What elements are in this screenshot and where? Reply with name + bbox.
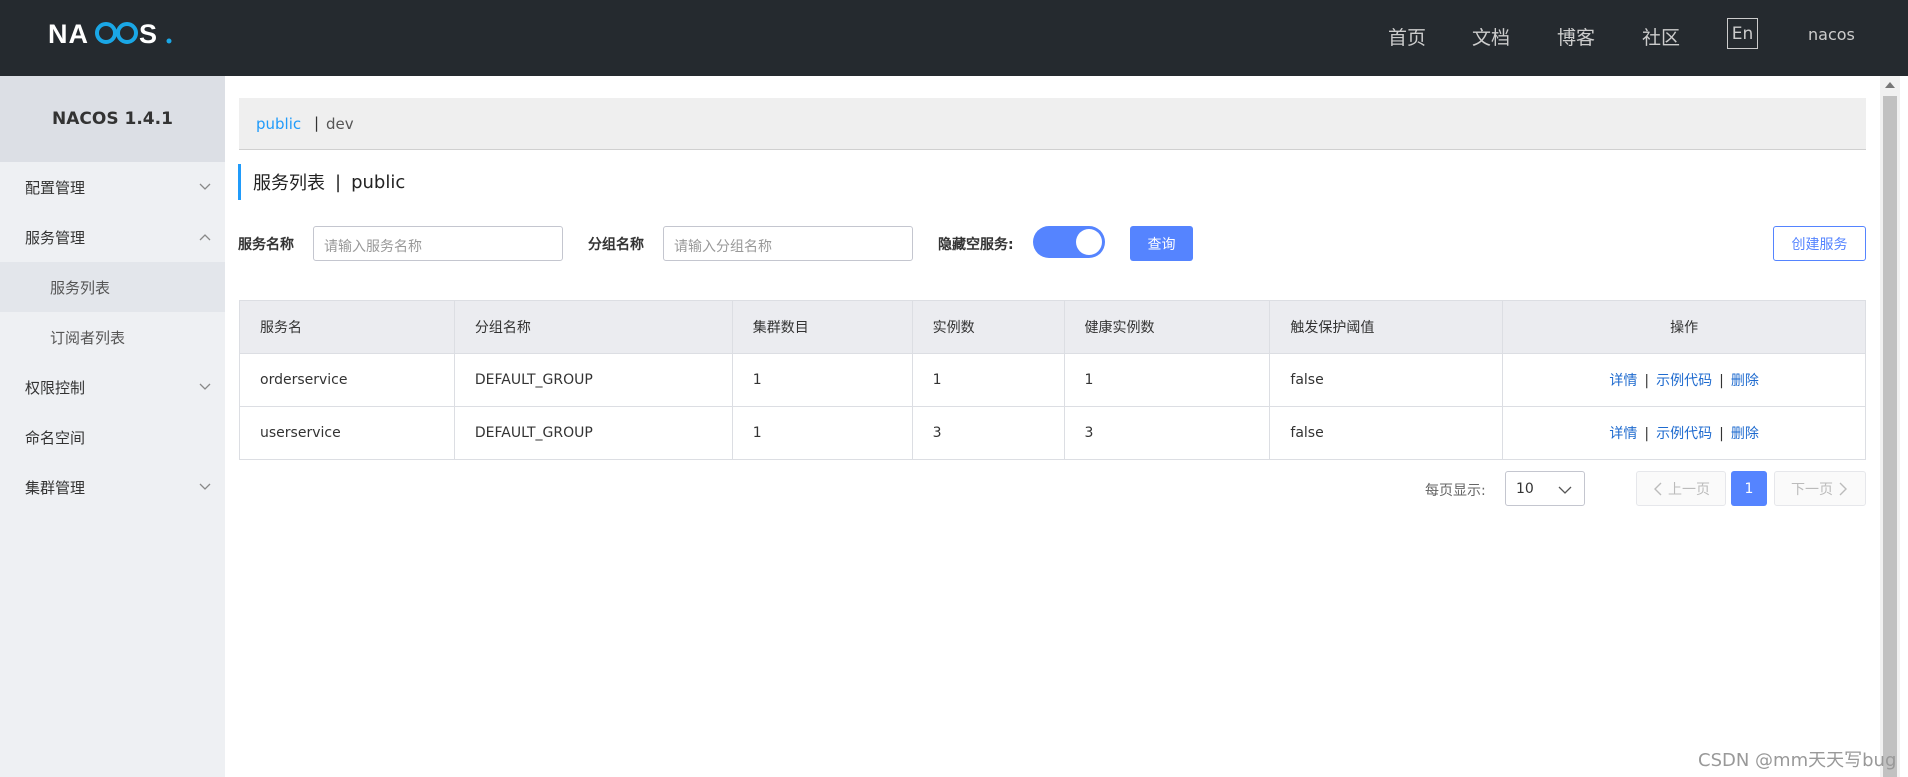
table-cell: 3 <box>1064 406 1271 460</box>
sidebar-item-label: 权限控制 <box>25 378 86 397</box>
nav-home[interactable]: 首页 <box>1388 23 1426 50</box>
language-toggle-button[interactable]: En <box>1727 18 1758 49</box>
table-cell: userservice <box>239 406 455 460</box>
action-separator: | <box>1644 373 1650 389</box>
column-header: 集群数目 <box>732 300 913 354</box>
page-title-namespace: public <box>351 171 406 193</box>
next-page-button[interactable]: 下一页 <box>1774 471 1866 506</box>
table-cell: 1 <box>732 406 913 460</box>
sidebar-item-config[interactable]: 配置管理 <box>0 162 225 212</box>
hide-empty-label: 隐藏空服务: <box>938 237 1014 253</box>
nav-docs[interactable]: 文档 <box>1472 23 1510 50</box>
column-header: 分组名称 <box>454 300 733 354</box>
namespace-public-link[interactable]: public <box>256 115 301 133</box>
column-header: 操作 <box>1502 300 1866 354</box>
table-row: userservice DEFAULT_GROUP 1 3 3 false 详情… <box>239 406 1866 460</box>
query-button[interactable]: 查询 <box>1130 226 1193 261</box>
column-header: 触发保护阈值 <box>1269 300 1504 354</box>
sidebar: NACOS 1.4.1 配置管理 服务管理 服务列表 订阅者列表 权限控制 命名… <box>0 76 225 777</box>
table-cell: false <box>1269 353 1504 407</box>
sidebar-item-namespace[interactable]: 命名空间 <box>0 412 225 462</box>
prev-page-button[interactable]: 上一页 <box>1636 471 1726 506</box>
sidebar-item-subscribers[interactable]: 订阅者列表 <box>0 312 225 362</box>
table-actions: 详情 | 示例代码 | 删除 <box>1502 406 1866 460</box>
table-cell: false <box>1269 406 1504 460</box>
action-separator: | <box>1644 426 1650 442</box>
chevron-down-icon <box>1558 486 1572 494</box>
top-header: NA S 首页 文档 博客 社区 En nacos <box>0 0 1908 76</box>
svg-text:NA: NA <box>48 19 89 49</box>
group-name-input[interactable]: 请输入分组名称 <box>663 226 913 261</box>
page-size-value: 10 <box>1516 481 1534 497</box>
sidebar-item-auth[interactable]: 权限控制 <box>0 362 225 412</box>
prev-page-label: 上一页 <box>1668 481 1710 498</box>
sample-code-link[interactable]: 示例代码 <box>1656 373 1712 389</box>
table-actions: 详情 | 示例代码 | 删除 <box>1502 353 1866 407</box>
nav-community[interactable]: 社区 <box>1642 23 1680 50</box>
delete-link[interactable]: 删除 <box>1731 373 1759 389</box>
delete-link[interactable]: 删除 <box>1731 426 1759 442</box>
sidebar-item-label: 服务列表 <box>50 278 111 297</box>
sidebar-item-service-list[interactable]: 服务列表 <box>0 262 225 312</box>
sidebar-item-service[interactable]: 服务管理 <box>0 212 225 262</box>
chevron-down-icon <box>199 483 211 490</box>
watermark: CSDN @mm天天写bug <box>1698 750 1897 771</box>
sidebar-item-label: 集群管理 <box>25 478 86 497</box>
detail-link[interactable]: 详情 <box>1609 426 1637 442</box>
page-title: 服务列表 | public <box>238 164 405 200</box>
service-name-label: 服务名称 <box>238 237 294 253</box>
chevron-down-icon <box>199 183 211 190</box>
table-cell: DEFAULT_GROUP <box>454 353 733 407</box>
nacos-logo[interactable]: NA S <box>48 19 178 49</box>
hide-empty-switch[interactable] <box>1033 226 1105 258</box>
next-page-label: 下一页 <box>1791 481 1833 498</box>
column-header: 健康实例数 <box>1064 300 1271 354</box>
detail-link[interactable]: 详情 <box>1609 373 1637 389</box>
svg-text:S: S <box>139 19 157 49</box>
scroll-up-icon[interactable] <box>1885 82 1895 88</box>
action-separator: | <box>1719 426 1724 442</box>
table-cell: 1 <box>732 353 913 407</box>
namespace-dev-link[interactable]: dev <box>326 115 354 133</box>
page-size-select[interactable]: 10 <box>1505 471 1585 506</box>
column-header: 实例数 <box>912 300 1065 354</box>
table-row: orderservice DEFAULT_GROUP 1 1 1 false 详… <box>239 353 1866 407</box>
sidebar-item-cluster[interactable]: 集群管理 <box>0 462 225 512</box>
chevron-right-icon <box>1839 482 1847 495</box>
action-separator: | <box>1719 373 1724 389</box>
nav-blog[interactable]: 博客 <box>1557 23 1595 50</box>
chevron-up-icon <box>199 234 211 241</box>
user-name[interactable]: nacos <box>1808 25 1855 44</box>
namespace-bar: public | dev <box>239 98 1866 150</box>
namespace-separator: | <box>314 114 320 132</box>
column-header: 服务名 <box>239 300 455 354</box>
group-name-label: 分组名称 <box>588 237 644 253</box>
table-cell: 3 <box>912 406 1065 460</box>
create-service-button[interactable]: 创建服务 <box>1773 226 1866 261</box>
sidebar-title: NACOS 1.4.1 <box>0 76 225 162</box>
page-size-label: 每页显示: <box>1425 483 1486 499</box>
sidebar-item-label: 服务管理 <box>25 228 86 247</box>
table-cell: orderservice <box>239 353 455 407</box>
service-table: 服务名 分组名称 集群数目 实例数 健康实例数 触发保护阈值 操作 orders… <box>239 300 1866 460</box>
sidebar-item-label: 订阅者列表 <box>50 328 126 347</box>
sidebar-item-label: 命名空间 <box>25 428 86 447</box>
table-header-row: 服务名 分组名称 集群数目 实例数 健康实例数 触发保护阈值 操作 <box>239 300 1866 354</box>
current-page-button[interactable]: 1 <box>1731 471 1767 506</box>
sample-code-link[interactable]: 示例代码 <box>1656 426 1712 442</box>
page-title-separator: | <box>335 171 342 193</box>
service-name-input[interactable]: 请输入服务名称 <box>313 226 563 261</box>
vertical-scrollbar[interactable] <box>1880 76 1900 777</box>
chevron-down-icon <box>199 383 211 390</box>
page-title-text: 服务列表 <box>253 173 325 194</box>
sidebar-item-label: 配置管理 <box>25 178 86 197</box>
table-cell: 1 <box>912 353 1065 407</box>
switch-knob <box>1076 229 1102 255</box>
table-cell: 1 <box>1064 353 1271 407</box>
chevron-left-icon <box>1654 482 1662 495</box>
table-cell: DEFAULT_GROUP <box>454 406 733 460</box>
scrollbar-thumb[interactable] <box>1883 96 1897 777</box>
